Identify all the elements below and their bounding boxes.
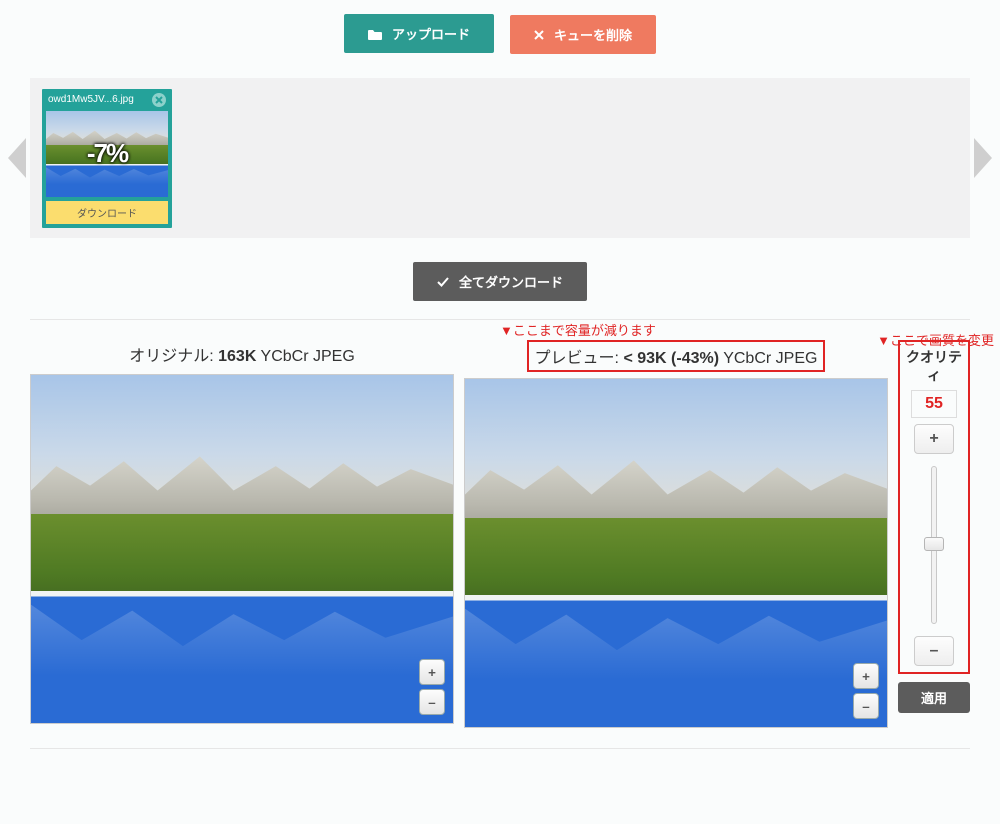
quality-box: クオリティ 55 + – xyxy=(898,340,970,674)
preview-image[interactable]: + – xyxy=(464,378,888,728)
apply-button[interactable]: 適用 xyxy=(898,682,970,713)
clear-queue-button[interactable]: キューを削除 xyxy=(510,15,656,54)
preview-zoom-in-button[interactable]: + xyxy=(853,663,879,689)
annotation-preview: ▼ここまで容量が減ります xyxy=(500,320,656,339)
preview-panel: プレビュー: < 93K (-43%) YCbCr JPEG + – xyxy=(464,340,888,728)
queue-prev-button[interactable] xyxy=(8,138,26,178)
download-all-row: 全てダウンロード xyxy=(30,262,970,320)
original-size: 163K xyxy=(218,348,256,365)
original-zoom-controls: + – xyxy=(419,659,445,715)
clear-queue-button-label: キューを削除 xyxy=(554,25,632,44)
original-panel: オリジナル: 163K YCbCr JPEG + – xyxy=(30,340,454,724)
close-icon xyxy=(534,30,544,40)
compare-section: ▼ここまで容量が減ります ▼ここで画質を変更 オリジナル: 163K YCbCr… xyxy=(30,340,970,749)
quality-column: クオリティ 55 + – 適用 xyxy=(898,340,970,713)
download-all-button[interactable]: 全てダウンロード xyxy=(413,262,587,301)
upload-button-label: アップロード xyxy=(392,24,470,43)
download-all-label: 全てダウンロード xyxy=(459,272,563,291)
quality-slider[interactable] xyxy=(919,460,949,630)
quality-label: クオリティ xyxy=(904,348,964,384)
queue-item-percent: -7% xyxy=(87,138,127,169)
queue-item-header: owd1Mw5JV...6.jpg xyxy=(42,89,172,111)
preview-panel-title: プレビュー: < 93K (-43%) YCbCr JPEG xyxy=(527,340,826,372)
preview-zoom-controls: + – xyxy=(853,663,879,719)
upload-button[interactable]: アップロード xyxy=(344,14,494,53)
original-panel-title: オリジナル: 163K YCbCr JPEG xyxy=(123,340,361,368)
preview-zoom-out-button[interactable]: – xyxy=(853,693,879,719)
quality-increase-button[interactable]: + xyxy=(914,424,954,454)
queue-item[interactable]: owd1Mw5JV...6.jpg -7% ダウンロード xyxy=(42,89,172,228)
original-zoom-in-button[interactable]: + xyxy=(419,659,445,685)
quality-decrease-button[interactable]: – xyxy=(914,636,954,666)
preview-size: < 93K (-43%) xyxy=(623,350,719,367)
folder-icon xyxy=(368,28,382,40)
queue-strip: owd1Mw5JV...6.jpg -7% ダウンロード xyxy=(30,78,970,238)
queue-item-download-button[interactable]: ダウンロード xyxy=(46,201,168,224)
original-image[interactable]: + – xyxy=(30,374,454,724)
top-button-row: アップロード キューを削除 xyxy=(30,14,970,54)
check-icon xyxy=(437,277,449,287)
quality-value[interactable]: 55 xyxy=(911,390,957,418)
quality-slider-thumb[interactable] xyxy=(924,537,944,551)
queue-item-remove-button[interactable] xyxy=(152,93,166,107)
original-zoom-out-button[interactable]: – xyxy=(419,689,445,715)
queue-item-name: owd1Mw5JV...6.jpg xyxy=(48,94,152,105)
queue-next-button[interactable] xyxy=(974,138,992,178)
queue-item-thumbnail: -7% xyxy=(46,111,168,197)
